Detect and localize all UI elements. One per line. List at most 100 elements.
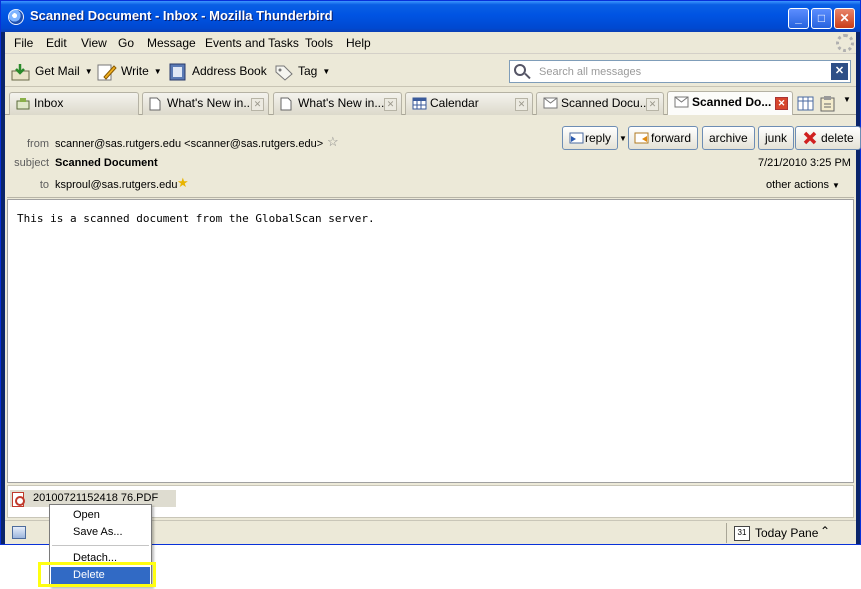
download-mail-icon [11, 63, 30, 81]
address-book-icon [169, 63, 186, 81]
chevron-up-icon[interactable]: ⌃ [820, 524, 830, 538]
delete-button[interactable]: delete [795, 126, 861, 150]
menu-events-and-tasks[interactable]: Events and Tasks [205, 36, 299, 50]
reply-arrow-icon [569, 132, 584, 144]
context-menu-save-as-label: Save As... [73, 526, 123, 538]
forward-button[interactable]: forward [628, 126, 699, 150]
today-pane-label[interactable]: Today Pane [755, 526, 818, 540]
tab-label: Scanned Docu... [561, 96, 650, 110]
envelope-icon [543, 97, 558, 109]
get-mail-button[interactable]: Get Mail ▼ [11, 60, 93, 82]
tab-close-icon[interactable]: ✕ [384, 98, 397, 111]
message-body: This is a scanned document from the Glob… [7, 199, 854, 483]
reply-button[interactable]: reply [562, 126, 619, 150]
tab-label: What's New in... [167, 96, 254, 110]
address-book-button[interactable]: Address Book [168, 60, 267, 82]
tag-label: Tag [298, 64, 318, 78]
reply-label: reply [585, 131, 612, 145]
context-menu-open[interactable]: Open [51, 507, 150, 524]
today-calendar-icon: 31 [734, 526, 750, 541]
junk-button[interactable]: junk [758, 126, 795, 150]
menu-go[interactable]: Go [118, 36, 134, 50]
star-filled-icon[interactable]: ★ [177, 175, 189, 191]
address-book-label: Address Book [192, 64, 267, 78]
subject-label: subject [14, 157, 49, 169]
pdf-file-icon [12, 492, 25, 507]
forward-label: forward [651, 131, 692, 145]
tab-scanned-document-1[interactable]: Scanned Docu... ✕ [536, 92, 664, 115]
calendar-icon [412, 97, 427, 110]
maximize-button[interactable]: □ [811, 8, 832, 29]
status-separator [726, 523, 727, 543]
menu-view[interactable]: View [81, 36, 107, 50]
message-header-pane: from scanner@sas.rutgers.edu <scanner@sa… [7, 117, 861, 198]
menu-file[interactable]: File [14, 36, 33, 50]
archive-button[interactable]: archive [702, 126, 755, 150]
other-actions-button[interactable]: other actions ▼ [766, 179, 840, 191]
list-all-tabs-icon[interactable] [797, 96, 814, 111]
junk-label: junk [765, 131, 788, 145]
delete-label: delete [821, 131, 854, 145]
title-bar[interactable]: Scanned Document - Inbox - Mozilla Thund… [1, 1, 860, 32]
search-input[interactable]: Search all messages ✕ [509, 60, 851, 83]
tab-label: Inbox [34, 96, 64, 110]
menu-bar: File Edit View Go Message Events and Tas… [5, 32, 856, 54]
activity-throbber-icon [836, 34, 854, 52]
tab-close-icon[interactable]: ✕ [515, 98, 528, 111]
tab-whats-new-2[interactable]: What's New in... ✕ [273, 92, 402, 115]
tab-close-icon[interactable]: ✕ [775, 97, 788, 110]
page-icon [280, 97, 292, 111]
tag-icon [275, 65, 293, 81]
reply-dropdown-icon[interactable]: ▼ [619, 134, 627, 143]
context-menu-open-label: Open [73, 509, 100, 521]
menu-tools[interactable]: Tools [305, 36, 333, 50]
clipboard-icon[interactable] [820, 95, 835, 112]
other-actions-label: other actions [766, 179, 829, 191]
menu-help[interactable]: Help [346, 36, 371, 50]
archive-label: archive [709, 131, 748, 145]
window-title: Scanned Document - Inbox - Mozilla Thund… [30, 8, 333, 23]
tag-dropdown-icon[interactable]: ▼ [322, 67, 330, 76]
close-window-button[interactable]: ✕ [834, 8, 855, 29]
delete-x-icon [803, 131, 817, 145]
tab-label: Scanned Do... [692, 95, 772, 109]
online-status-icon[interactable] [12, 526, 26, 539]
to-value[interactable]: ksproul@sas.rutgers.edu [55, 179, 177, 191]
context-menu-save-as[interactable]: Save As... [51, 524, 150, 541]
tab-calendar[interactable]: Calendar ✕ [405, 92, 533, 115]
get-mail-dropdown-icon[interactable]: ▼ [85, 67, 93, 76]
tab-scanned-document-2[interactable]: Scanned Do... ✕ [667, 91, 793, 115]
write-button[interactable]: Write ▼ [97, 60, 162, 82]
other-actions-dropdown-icon: ▼ [832, 181, 840, 190]
from-value[interactable]: scanner@sas.rutgers.edu <scanner@sas.rut… [55, 138, 323, 150]
tag-button[interactable]: Tag ▼ [274, 60, 330, 82]
tab-close-icon[interactable]: ✕ [646, 98, 659, 111]
context-menu-separator [52, 545, 149, 546]
tab-overflow-chevron-icon[interactable]: ▼ [843, 95, 851, 104]
menu-message[interactable]: Message [147, 36, 196, 50]
write-label: Write [121, 64, 149, 78]
to-label: to [39, 179, 49, 191]
write-dropdown-icon[interactable]: ▼ [154, 67, 162, 76]
client-area: File Edit View Go Message Events and Tas… [5, 32, 861, 544]
annotation-highlight-box [38, 562, 156, 587]
subject-value: Scanned Document [55, 157, 158, 169]
tab-whats-new-1[interactable]: What's New in... ✕ [142, 92, 269, 115]
menu-edit[interactable]: Edit [46, 36, 67, 50]
search-clear-icon[interactable]: ✕ [831, 63, 848, 80]
inbox-icon [16, 98, 30, 110]
tab-close-icon[interactable]: ✕ [251, 98, 264, 111]
attachment-name[interactable]: 20100721152418 76.PDF [33, 492, 158, 504]
tab-label: What's New in... [298, 96, 385, 110]
main-toolbar: Get Mail ▼ Write ▼ Address Book Tag ▼ Searc… [5, 55, 856, 87]
search-icon[interactable] [514, 64, 526, 76]
forward-arrow-icon [634, 132, 649, 144]
tab-inbox[interactable]: Inbox [9, 92, 139, 115]
from-label: from [27, 138, 49, 150]
minimize-button[interactable]: _ [788, 8, 809, 29]
tab-label: Calendar [430, 96, 479, 110]
star-outline-icon[interactable]: ☆ [327, 134, 339, 150]
thunderbird-app-icon [8, 9, 24, 25]
message-date: 7/21/2010 3:25 PM [758, 157, 851, 169]
search-placeholder: Search all messages [539, 66, 642, 78]
